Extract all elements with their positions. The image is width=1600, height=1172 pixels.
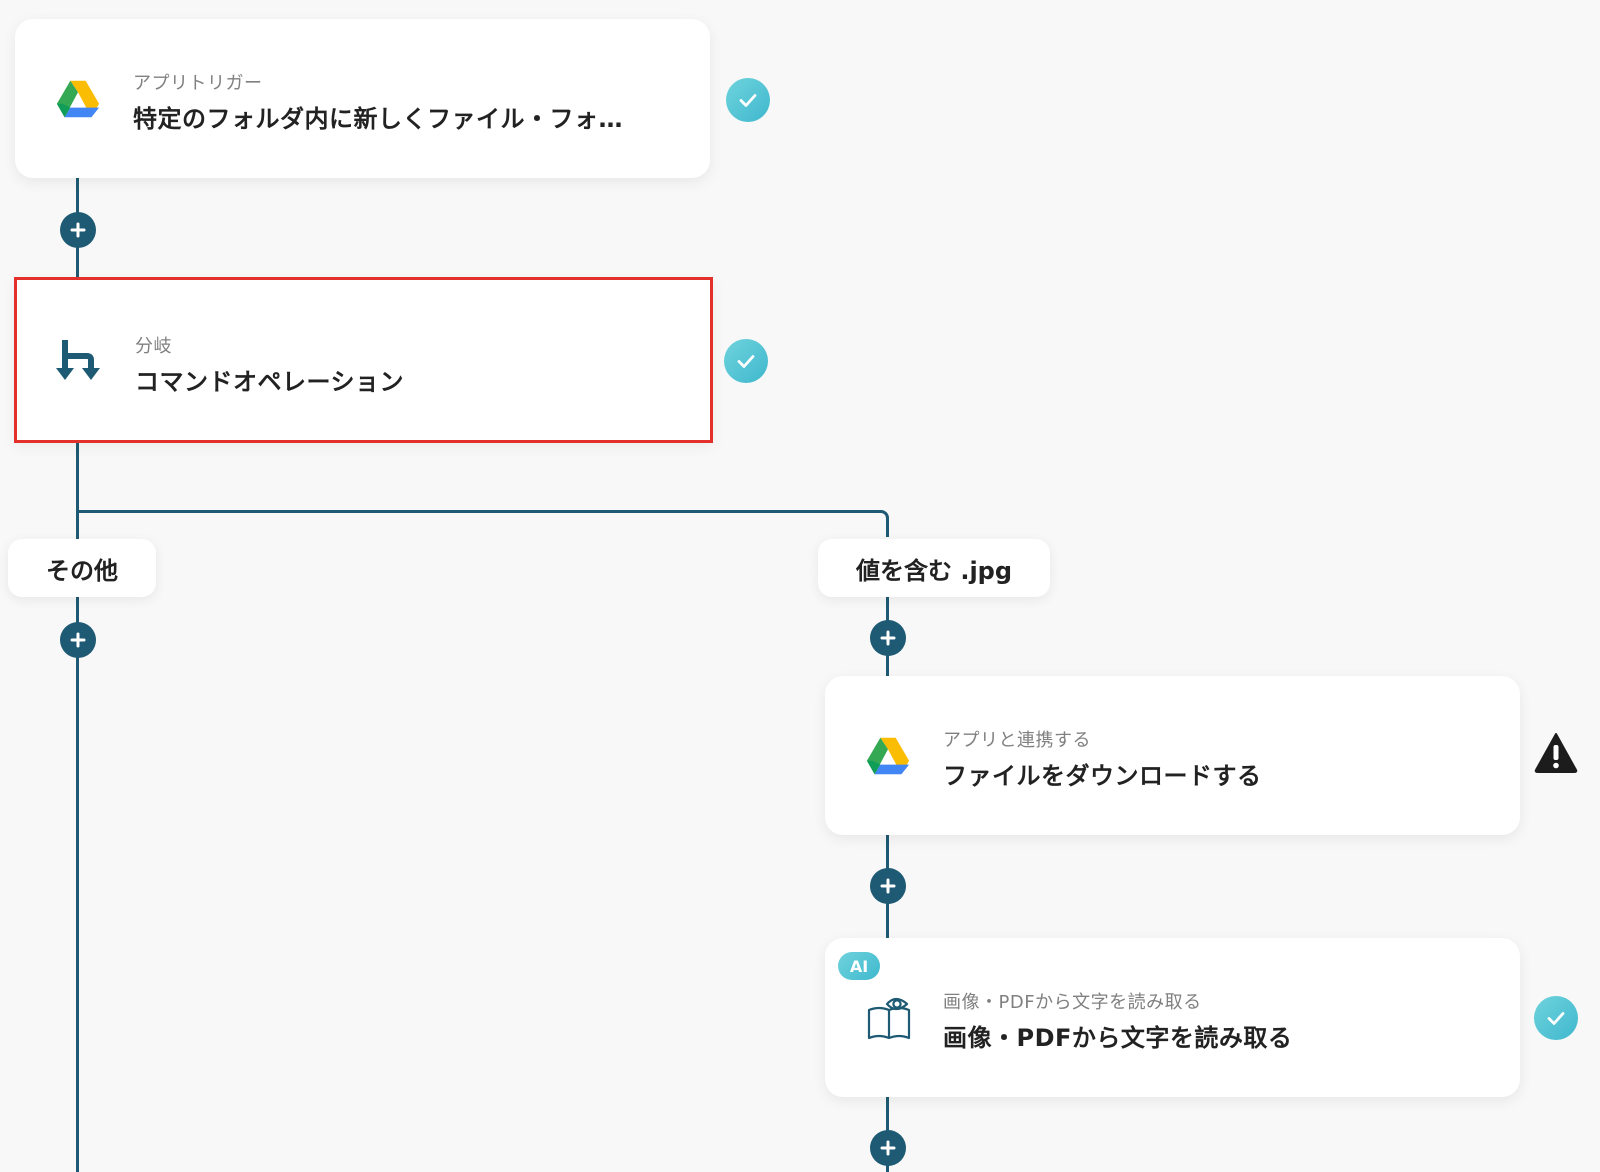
download-step-card[interactable]: アプリと連携する ファイルをダウンロードする [825, 676, 1520, 835]
step-type-label: 分岐 [135, 336, 172, 357]
branch-label-other[interactable]: その他 [8, 539, 156, 597]
add-step-button[interactable] [60, 622, 96, 658]
branch-connector [77, 510, 889, 537]
ocr-book-eye-icon [867, 997, 911, 1039]
warning-icon [1534, 733, 1578, 773]
plus-icon [70, 222, 86, 238]
step-title: ファイルをダウンロードする [943, 762, 1262, 790]
step-type-label: アプリトリガー [133, 73, 263, 94]
status-check-icon [724, 339, 768, 383]
status-check-icon [726, 78, 770, 122]
trigger-step-card[interactable]: アプリトリガー 特定のフォルダ内に新しくファイル・フォ… [15, 19, 710, 178]
step-title: 特定のフォルダ内に新しくファイル・フォ… [133, 105, 623, 133]
status-check-icon [1534, 996, 1578, 1040]
plus-icon [70, 632, 86, 648]
plus-icon [880, 878, 896, 894]
add-step-button[interactable] [60, 212, 96, 248]
ocr-step-card[interactable]: 画像・PDFから文字を読み取る 画像・PDFから文字を読み取る [825, 938, 1520, 1097]
step-title: コマンドオペレーション [135, 368, 405, 396]
step-type-label: 画像・PDFから文字を読み取る [943, 992, 1202, 1013]
branch-icon [56, 340, 100, 380]
google-drive-icon [56, 80, 100, 117]
google-drive-icon [866, 737, 910, 774]
add-step-button[interactable] [870, 868, 906, 904]
plus-icon [880, 1140, 896, 1156]
add-step-button[interactable] [870, 620, 906, 656]
branch-step-card[interactable]: 分岐 コマンドオペレーション [14, 277, 713, 443]
ai-badge: AI [838, 952, 880, 980]
step-title: 画像・PDFから文字を読み取る [943, 1024, 1293, 1052]
step-type-label: アプリと連携する [943, 730, 1091, 751]
plus-icon [880, 630, 896, 646]
add-step-button[interactable] [870, 1130, 906, 1166]
branch-label-condition[interactable]: 値を含む .jpg [818, 539, 1050, 597]
